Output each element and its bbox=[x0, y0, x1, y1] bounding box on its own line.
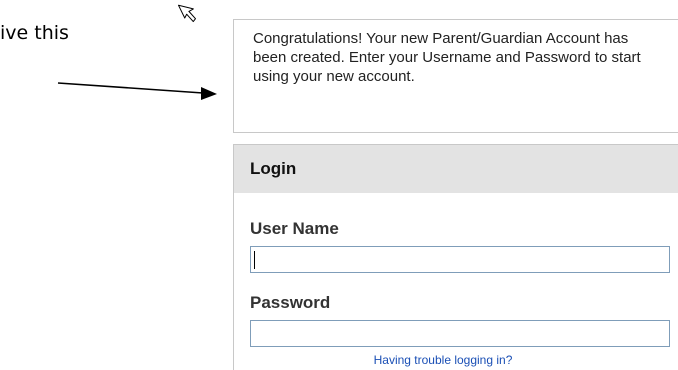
password-input[interactable] bbox=[250, 320, 670, 347]
password-label: Password bbox=[250, 293, 331, 312]
login-header: Login bbox=[234, 145, 678, 193]
instruction-text: ive this bbox=[0, 22, 69, 44]
username-label: User Name bbox=[250, 219, 339, 238]
login-panel: Login User Name Password Having trouble … bbox=[233, 144, 678, 370]
text-caret bbox=[254, 251, 255, 269]
trouble-logging-in-link[interactable]: Having trouble logging in? bbox=[234, 353, 652, 367]
username-input[interactable] bbox=[250, 246, 670, 273]
mouse-pointer-icon bbox=[178, 4, 196, 23]
success-message-text: Congratulations! Your new Parent/Guardia… bbox=[253, 30, 641, 85]
success-message-box: Congratulations! Your new Parent/Guardia… bbox=[233, 19, 678, 133]
